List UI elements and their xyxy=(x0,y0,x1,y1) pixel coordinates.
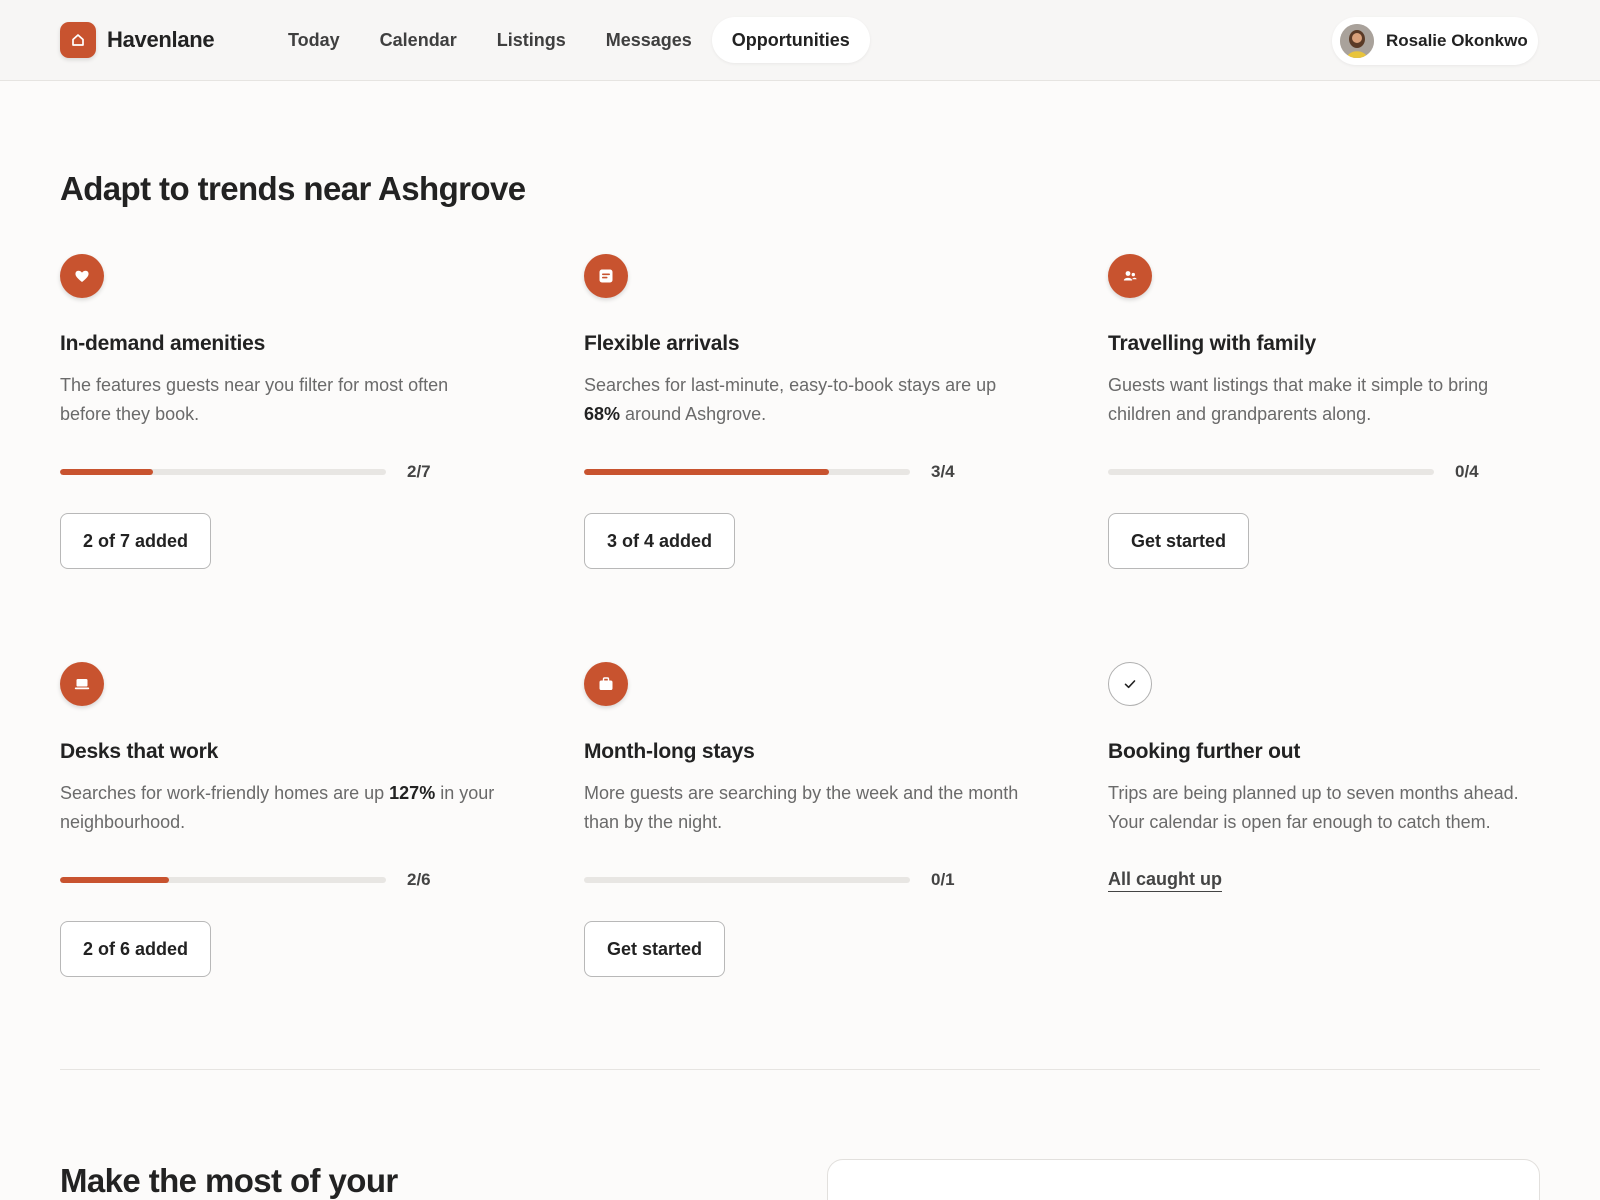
progress-fill xyxy=(584,469,829,475)
trend-card-flexible-arrivals: Flexible arrivals Searches for last-minu… xyxy=(584,254,1044,569)
card-description: Guests want listings that make it simple… xyxy=(1108,375,1489,424)
nav-opportunities[interactable]: Opportunities xyxy=(711,17,870,63)
progress-bar xyxy=(60,469,386,475)
brand[interactable]: Havenlane xyxy=(60,22,215,58)
card-description: Searches for last-minute, easy-to-book s… xyxy=(584,375,997,424)
user-menu-button[interactable]: Rosalie Okonkwo xyxy=(1332,17,1538,65)
nav-today[interactable]: Today xyxy=(268,17,360,63)
family-icon xyxy=(1108,254,1152,298)
trend-percentage: 127% xyxy=(389,783,436,803)
family-get-started-button[interactable]: Get started xyxy=(1108,513,1250,569)
user-name: Rosalie Okonkwo xyxy=(1386,31,1528,50)
section-title: Adapt to trends near Ashgrove xyxy=(60,170,526,207)
card-description: Searches for work-friendly homes are up … xyxy=(60,783,495,832)
amenities-button[interactable]: 2 of 7 added xyxy=(60,513,212,569)
progress-bar xyxy=(584,877,910,883)
desks-button[interactable]: 2 of 6 added xyxy=(60,921,212,977)
brand-name: Havenlane xyxy=(107,27,215,52)
card-description: The features guests near you filter for … xyxy=(60,375,449,424)
next-section-title: Make the most of your xyxy=(60,1162,398,1199)
laptop-icon xyxy=(60,662,104,706)
card-title: Flexible arrivals xyxy=(584,332,740,355)
progress-fill xyxy=(60,469,154,475)
avatar xyxy=(1340,24,1374,58)
progress-count: 2/7 xyxy=(407,462,431,481)
trend-percentage: 68% xyxy=(584,403,621,424)
suitcase-icon xyxy=(584,662,628,706)
heart-icon xyxy=(60,254,104,298)
progress-count: 0/4 xyxy=(1455,462,1479,481)
progress-row: 2/6 xyxy=(60,870,520,890)
card-title: Travelling with family xyxy=(1108,332,1316,355)
nav-calendar[interactable]: Calendar xyxy=(360,17,477,63)
progress-row: 2/7 xyxy=(60,462,520,482)
progress-row: 0/1 xyxy=(584,870,1044,890)
section-divider xyxy=(60,1069,1540,1070)
progress-row: 0/4 xyxy=(1108,462,1568,482)
progress-bar xyxy=(584,469,910,475)
progress-count: 3/4 xyxy=(931,462,955,481)
home-logo-icon xyxy=(60,22,96,58)
month-long-get-started-button[interactable]: Get started xyxy=(584,921,726,977)
nav-listings[interactable]: Listings xyxy=(477,17,586,63)
progress-bar xyxy=(60,877,386,883)
card-title: Booking further out xyxy=(1108,740,1301,763)
check-icon xyxy=(1108,662,1152,706)
progress-row: 3/4 xyxy=(584,462,1044,482)
card-title: In-demand amenities xyxy=(60,332,266,355)
progress-count: 2/6 xyxy=(407,870,431,889)
top-bar: Havenlane Today Calendar Listings Messag… xyxy=(0,0,1600,81)
trend-card-booking-further-out: Booking further out Trips are being plan… xyxy=(1108,662,1568,892)
progress-fill xyxy=(60,877,169,883)
trend-card-amenities: In-demand amenities The features guests … xyxy=(60,254,520,569)
card-description: Trips are being planned up to seven mont… xyxy=(1108,783,1519,832)
main-nav: Today Calendar Listings Messages Opportu… xyxy=(268,17,870,63)
nav-messages[interactable]: Messages xyxy=(586,17,712,63)
all-caught-up-link[interactable]: All caught up xyxy=(1108,869,1222,892)
card-title: Month-long stays xyxy=(584,740,755,763)
trend-card-desks: Desks that work Searches for work-friend… xyxy=(60,662,520,977)
next-section-panel xyxy=(827,1159,1540,1200)
progress-count: 0/1 xyxy=(931,870,955,889)
trend-card-month-long: Month-long stays More guests are searchi… xyxy=(584,662,1044,977)
card-description: More guests are searching by the week an… xyxy=(584,783,1019,832)
note-icon xyxy=(584,254,628,298)
flexible-arrivals-button[interactable]: 3 of 4 added xyxy=(584,513,736,569)
card-title: Desks that work xyxy=(60,740,219,763)
trend-card-family: Travelling with family Guests want listi… xyxy=(1108,254,1568,569)
progress-bar xyxy=(1108,469,1434,475)
